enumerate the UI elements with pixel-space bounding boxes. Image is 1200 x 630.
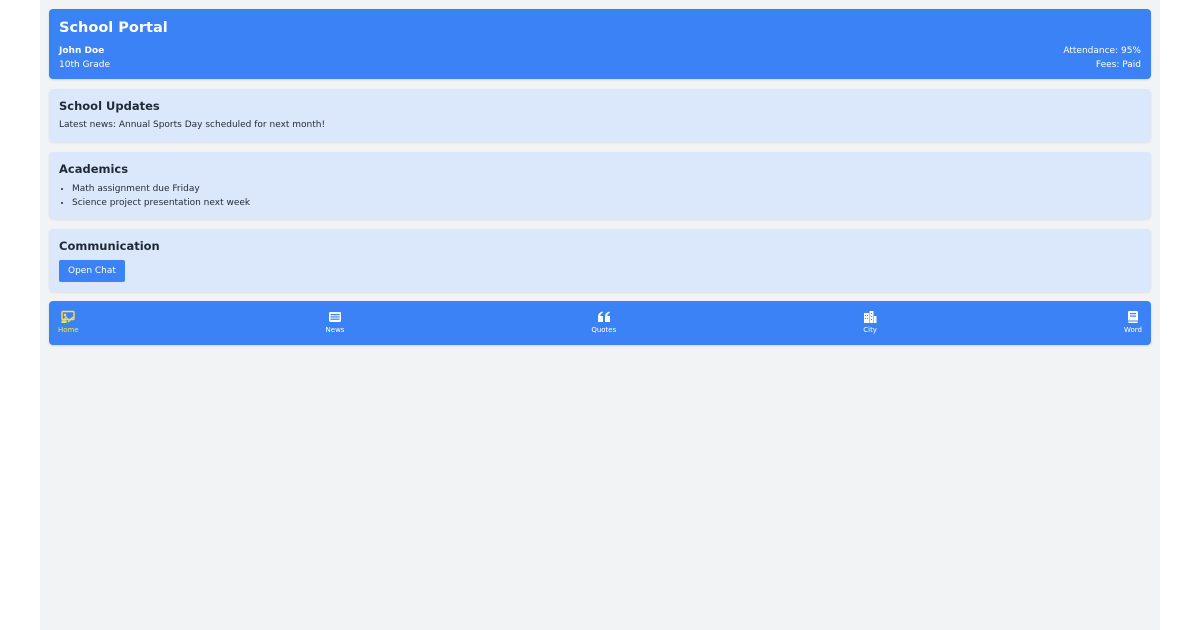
nav-label: Quotes (591, 326, 617, 334)
bottom-nav: Home News Quotes City Word (49, 301, 1151, 345)
updates-text: Latest news: Annual Sports Day scheduled… (59, 120, 326, 130)
nav-label: News (325, 326, 345, 334)
quote-icon (597, 311, 610, 322)
list-item: Science project presentation next week (72, 196, 1141, 210)
card-title: Communication (59, 239, 160, 253)
nav-item-city[interactable]: City (863, 301, 877, 345)
nav-item-news[interactable]: News (325, 301, 345, 345)
portal-header: School Portal John Doe Attendance: 95% 1… (49, 9, 1151, 79)
student-grade: 10th Grade (59, 60, 110, 70)
attendance-stat: Attendance: 95% (1063, 46, 1141, 56)
academics-list: Math assignment due Friday Science proje… (59, 182, 1141, 210)
app-container: School Portal John Doe Attendance: 95% 1… (40, 0, 1160, 630)
card-title: Academics (59, 162, 129, 176)
page-title: School Portal (59, 20, 168, 36)
list-item: Math assignment due Friday (72, 182, 1141, 196)
school-updates-card: School Updates Latest news: Annual Sport… (49, 89, 1151, 142)
news-icon (328, 312, 341, 322)
student-name: John Doe (59, 46, 105, 56)
nav-label: Word (1123, 326, 1142, 334)
card-title: School Updates (59, 99, 160, 113)
nav-item-word[interactable]: Word (1124, 301, 1142, 345)
open-chat-button[interactable]: Open Chat (59, 260, 125, 282)
communication-card: Communication Open Chat (49, 229, 1151, 292)
nav-label: Home (58, 326, 79, 334)
nav-label: City (863, 326, 877, 334)
nav-item-quotes[interactable]: Quotes (591, 301, 616, 345)
academics-card: Academics Math assignment due Friday Sci… (49, 152, 1151, 219)
home-icon (61, 310, 76, 323)
nav-item-home[interactable]: Home (58, 301, 79, 345)
book-icon (1127, 311, 1138, 323)
fees-status: Fees: Paid (1095, 60, 1141, 70)
city-icon (864, 311, 877, 323)
